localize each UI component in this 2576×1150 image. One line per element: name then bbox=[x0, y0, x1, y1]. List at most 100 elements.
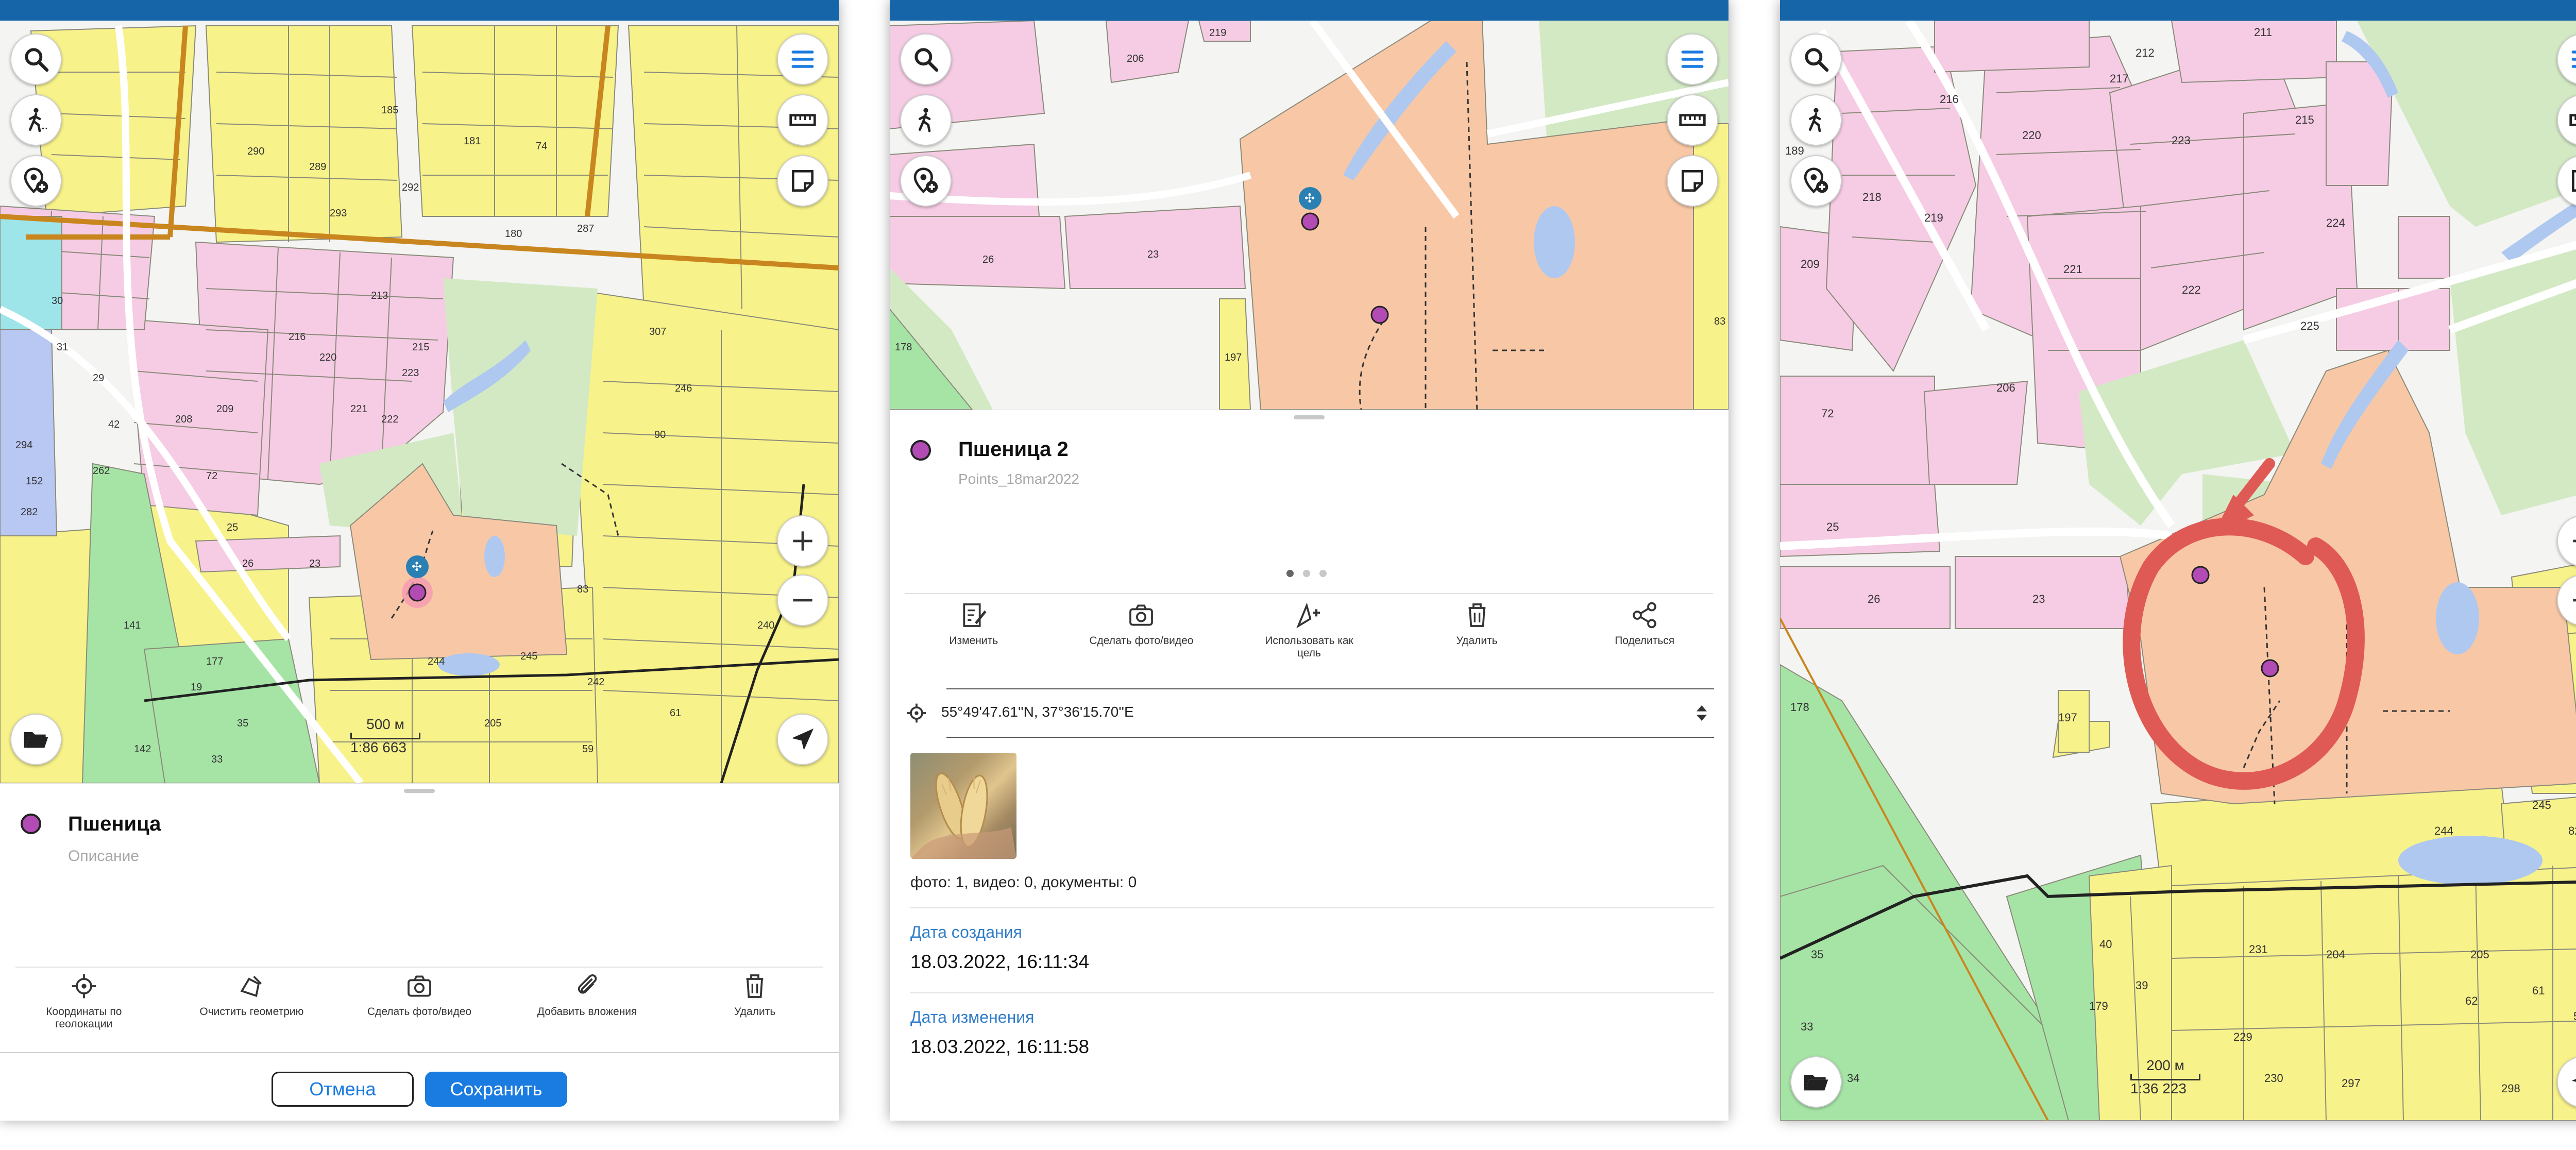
paperclip-icon bbox=[578, 974, 597, 994]
add-point-button[interactable] bbox=[900, 155, 952, 207]
svg-text:40: 40 bbox=[2099, 938, 2112, 951]
delete-button[interactable]: Удалить bbox=[698, 972, 811, 1030]
svg-text:142: 142 bbox=[134, 743, 151, 755]
add-point-button[interactable] bbox=[10, 155, 62, 207]
add-point-button[interactable] bbox=[1790, 155, 1842, 207]
svg-text:61: 61 bbox=[670, 707, 681, 719]
search-button[interactable] bbox=[10, 33, 62, 85]
clear-geometry-button[interactable]: Очистить геометрию bbox=[195, 972, 308, 1030]
description-field[interactable]: Описание bbox=[68, 848, 139, 865]
menu-button[interactable] bbox=[1667, 33, 1718, 85]
divider bbox=[905, 593, 1713, 594]
svg-text:229: 229 bbox=[2233, 1030, 2252, 1043]
navigation-arrow-icon bbox=[792, 729, 814, 750]
action-bar: Изменить Сделать фото/видео Использовать… bbox=[890, 601, 1728, 659]
notes-button[interactable] bbox=[777, 155, 828, 207]
svg-text:290: 290 bbox=[247, 146, 264, 157]
svg-text:223: 223 bbox=[2172, 134, 2191, 147]
map-view[interactable]: 185 181 74 290 289 292 293 180 287 213 215 223 2… bbox=[0, 21, 839, 783]
svg-text:209: 209 bbox=[216, 403, 233, 415]
svg-text:33: 33 bbox=[1801, 1020, 1813, 1033]
svg-text:217: 217 bbox=[2110, 72, 2129, 85]
scale-distance: 500 м bbox=[366, 716, 404, 732]
delete-button[interactable]: Удалить bbox=[1420, 601, 1534, 659]
svg-text:245: 245 bbox=[520, 651, 537, 662]
svg-text:244: 244 bbox=[2434, 824, 2453, 837]
zoom-in-button[interactable] bbox=[777, 515, 828, 567]
svg-text:23: 23 bbox=[1147, 249, 1159, 260]
page-indicator bbox=[1286, 570, 1327, 577]
navigate-target-icon bbox=[1296, 602, 1320, 629]
edit-icon bbox=[963, 603, 987, 627]
svg-text:220: 220 bbox=[2022, 129, 2041, 142]
layers-button[interactable] bbox=[1790, 1056, 1842, 1108]
share-button[interactable]: Поделиться bbox=[1588, 601, 1701, 659]
svg-text:205: 205 bbox=[484, 718, 501, 729]
map-view[interactable]: 20621925 2623178 19783 ✣ bbox=[890, 21, 1728, 410]
measure-button[interactable] bbox=[1667, 94, 1718, 146]
svg-text:19: 19 bbox=[191, 682, 202, 693]
edit-button[interactable]: Изменить bbox=[917, 601, 1030, 659]
svg-text:208: 208 bbox=[175, 414, 192, 425]
plus-icon bbox=[793, 531, 812, 551]
tracking-button[interactable] bbox=[900, 94, 952, 146]
layers-button[interactable] bbox=[10, 714, 62, 765]
take-photo-button[interactable]: Сделать фото/видео bbox=[363, 972, 476, 1030]
crosshair-icon bbox=[907, 703, 926, 723]
gps-icon bbox=[72, 974, 96, 999]
add-attachment-button[interactable]: Добавить вложения bbox=[531, 972, 644, 1030]
svg-text:✣: ✣ bbox=[1304, 191, 1315, 206]
search-button[interactable] bbox=[1790, 33, 1842, 85]
tracking-button[interactable] bbox=[1790, 94, 1842, 146]
top-bar bbox=[1780, 0, 2576, 21]
map-canvas[interactable]: 212211216 220 223217 219218221 222215224 … bbox=[1780, 21, 2576, 1121]
svg-text:307: 307 bbox=[649, 326, 666, 337]
svg-text:178: 178 bbox=[895, 342, 912, 353]
attachment-photo-thumbnail[interactable] bbox=[910, 753, 1016, 859]
use-as-target-button[interactable]: Использовать как цель bbox=[1252, 601, 1366, 659]
sheet-handle[interactable] bbox=[404, 789, 435, 793]
hamburger-menu-icon bbox=[1681, 50, 1704, 68]
svg-text:242: 242 bbox=[587, 677, 604, 688]
share-label: Поделиться bbox=[1615, 635, 1675, 647]
feature-title[interactable]: Пшеница bbox=[68, 813, 161, 836]
svg-text:222: 222 bbox=[2182, 283, 2201, 296]
svg-text:39: 39 bbox=[2136, 979, 2148, 992]
modified-date-value: 18.03.2022, 16:11:58 bbox=[910, 1036, 1090, 1057]
measure-button[interactable] bbox=[777, 94, 828, 146]
gps-coordinates-button[interactable]: Координаты по геолокации bbox=[27, 972, 141, 1030]
map-canvas[interactable]: 185 181 74 290 289 292 293 180 287 213 215 223 2… bbox=[0, 21, 839, 783]
take-photo-button[interactable]: Сделать фото/видео bbox=[1084, 601, 1198, 659]
svg-text:185: 185 bbox=[381, 105, 398, 116]
modified-date-label: Дата изменения bbox=[910, 1008, 1035, 1026]
svg-text:221: 221 bbox=[350, 403, 367, 415]
point-style-icon bbox=[910, 440, 931, 461]
notes-button[interactable] bbox=[1667, 155, 1718, 207]
svg-text:206: 206 bbox=[1996, 381, 2015, 394]
svg-text:35: 35 bbox=[237, 718, 248, 729]
coordinates-value[interactable]: 55°49'47.61''N, 37°36'15.70''E bbox=[941, 704, 1134, 720]
cancel-button[interactable]: Отмена bbox=[272, 1072, 414, 1107]
feature-details-sheet: Пшеница 2 Points_18mar2022 Изменить Сдел… bbox=[890, 410, 1728, 1121]
svg-text:197: 197 bbox=[1225, 352, 1242, 363]
svg-text:294: 294 bbox=[15, 439, 32, 451]
tracking-button[interactable] bbox=[10, 94, 62, 146]
svg-text:177: 177 bbox=[206, 656, 223, 667]
svg-text:25: 25 bbox=[227, 522, 238, 533]
hamburger-menu-icon bbox=[791, 50, 814, 68]
camera-icon bbox=[1129, 604, 1154, 626]
svg-text:219: 219 bbox=[1924, 211, 1943, 224]
coordinate-format-toggle-icon[interactable] bbox=[1691, 699, 1712, 728]
svg-text:90: 90 bbox=[654, 429, 666, 441]
my-location-button[interactable] bbox=[777, 714, 828, 765]
svg-text:33: 33 bbox=[211, 754, 223, 765]
search-button[interactable] bbox=[900, 33, 952, 85]
zoom-out-button[interactable] bbox=[777, 574, 828, 626]
map-view[interactable]: 212 211 216 220 223 217 219 218 221 222 215 224 … bbox=[1780, 21, 2576, 1121]
menu-button[interactable] bbox=[777, 33, 828, 85]
map-canvas[interactable]: 20621925 2623178 19783 ✣ bbox=[890, 21, 1728, 410]
save-button[interactable]: Сохранить bbox=[425, 1072, 567, 1107]
sheet-handle[interactable] bbox=[1294, 415, 1325, 419]
svg-text:230: 230 bbox=[2264, 1072, 2283, 1085]
svg-text:26: 26 bbox=[1868, 593, 1880, 605]
